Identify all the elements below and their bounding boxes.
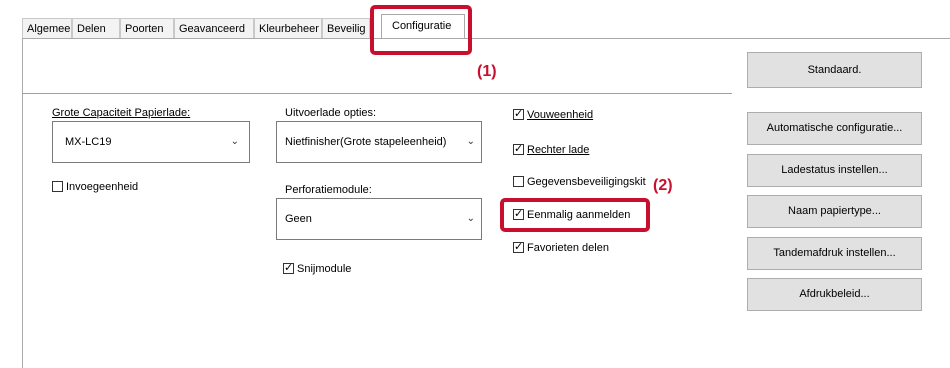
tab-algemeen[interactable]: Algemeen: [22, 18, 72, 38]
invoegeenheid-label: Invoegeenheid: [66, 181, 139, 193]
rechter-lade-checkbox[interactable]: ✓ Rechter lade: [513, 143, 589, 157]
favorieten-delen-label: Favorieten delen: [527, 242, 609, 254]
uitvoerlade-label-text: Uitvoerlade opties:: [285, 107, 377, 119]
naam-papiertype-button[interactable]: Naam papiertype...: [747, 195, 922, 228]
tab-beveiliging[interactable]: Beveilig: [322, 18, 370, 38]
tab-strip-border: [22, 38, 950, 39]
uitvoerlade-select[interactable]: Nietfinisher(Grote stapeleenheid) ⌄: [276, 121, 482, 163]
afdrukbeleid-button[interactable]: Afdrukbeleid...: [747, 278, 922, 311]
gegevensbeveiliging-label: Gegevensbeveiligingskit: [527, 176, 646, 188]
invoegeenheid-checkbox[interactable]: Invoegeenheid: [52, 180, 138, 194]
tab-kleurbeheer[interactable]: Kleurbeheer: [254, 18, 322, 38]
check-icon: ✓: [514, 143, 524, 155]
perforatie-label-text: Perforatiemodule:: [285, 184, 372, 196]
checkbox-icon: ✓: [513, 241, 524, 253]
rechter-lade-label: Rechter lade: [527, 144, 590, 156]
grote-capaciteit-select[interactable]: MX-LC19 ⌄: [52, 121, 250, 163]
chevron-down-icon: ⌄: [466, 213, 475, 224]
snijmodule-checkbox[interactable]: ✓ Snijmodule: [283, 262, 351, 276]
perforatie-select[interactable]: Geen ⌄: [276, 198, 482, 240]
gegevensbeveiliging-checkbox[interactable]: Gegevensbeveiligingskit: [513, 175, 646, 189]
chevron-down-icon: ⌄: [466, 136, 475, 147]
vouweenheid-label: Vouweenheid: [527, 109, 594, 121]
eenmalig-aanmelden-label: Eenmalig aanmelden: [527, 209, 631, 221]
favorieten-delen-checkbox[interactable]: ✓ Favorieten delen: [513, 241, 609, 255]
check-icon: ✓: [514, 108, 524, 120]
checkbox-icon: [513, 176, 524, 187]
tab-delen[interactable]: Delen: [72, 18, 120, 38]
grote-capaciteit-value: MX-LC19: [65, 136, 112, 148]
checkbox-icon: [52, 181, 63, 192]
automatische-configuratie-button[interactable]: Automatische configuratie...: [747, 112, 922, 145]
check-icon: ✓: [514, 241, 524, 253]
tab-poorten[interactable]: Poorten: [120, 18, 174, 38]
snijmodule-label: Snijmodule: [297, 263, 352, 275]
chevron-down-icon: ⌄: [230, 136, 239, 147]
checkbox-icon: ✓: [513, 143, 524, 155]
eenmalig-aanmelden-checkbox[interactable]: ✓ Eenmalig aanmelden: [513, 208, 630, 222]
check-icon: ✓: [514, 208, 524, 220]
tab-geavanceerd[interactable]: Geavanceerd: [174, 18, 254, 38]
tandemafdruk-button[interactable]: Tandemafdruk instellen...: [747, 237, 922, 270]
check-icon: ✓: [284, 262, 294, 274]
grote-capaciteit-label: Grote Capaciteit Papierlade:: [52, 107, 190, 119]
separator: [22, 93, 732, 94]
vouweenheid-checkbox[interactable]: ✓ Vouweenheid: [513, 108, 593, 122]
perforatie-value: Geen: [285, 213, 312, 225]
ladestatus-button[interactable]: Ladestatus instellen...: [747, 154, 922, 187]
highlight-configuratie-tab: [370, 5, 472, 55]
checkbox-icon: ✓: [513, 108, 524, 120]
panel-border: [22, 38, 23, 368]
callout-1: (1): [477, 63, 497, 80]
uitvoerlade-label: Uitvoerlade opties:: [285, 107, 376, 119]
callout-2: (2): [653, 177, 673, 194]
standaard-button[interactable]: Standaard.: [747, 52, 922, 88]
checkbox-icon: ✓: [283, 262, 294, 274]
perforatie-label: Perforatiemodule:: [285, 184, 372, 196]
grote-capaciteit-label-text: Grote Capaciteit Papierlade:: [52, 107, 191, 119]
uitvoerlade-value: Nietfinisher(Grote stapeleenheid): [285, 136, 447, 148]
checkbox-icon: ✓: [513, 208, 524, 220]
